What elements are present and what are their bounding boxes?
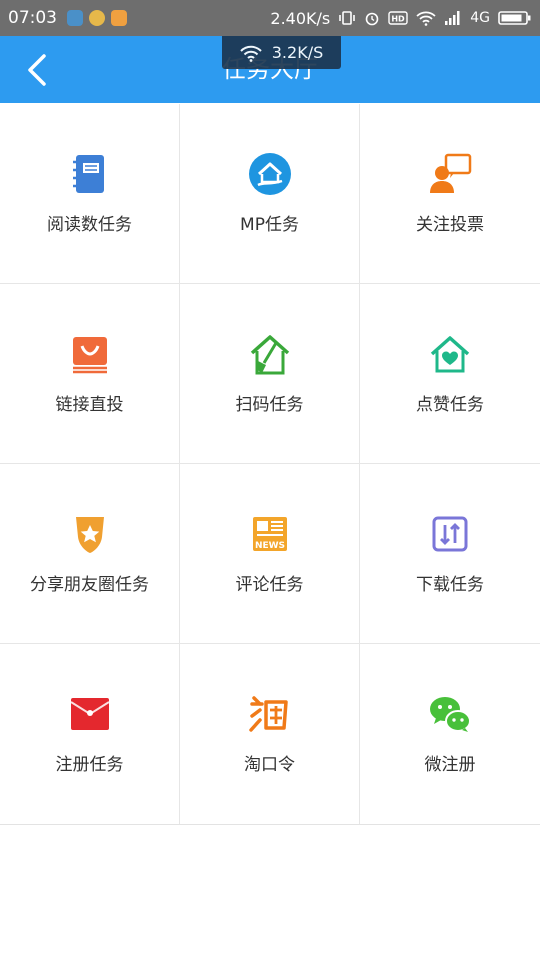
task-label: MP任务 (240, 215, 299, 235)
task-follow-vote[interactable]: 关注投票 (360, 104, 540, 284)
house-heart-icon (428, 332, 472, 376)
toast-speed: 3.2K/S (271, 43, 324, 62)
notebook-icon (68, 152, 112, 196)
notification-app-icon-2 (89, 10, 105, 26)
task-label: 淘口令 (244, 755, 295, 775)
notification-app-icon-3 (111, 10, 127, 26)
taobao-icon (248, 692, 292, 736)
app-bar: 任务大厅 3.2K/S (0, 36, 540, 103)
wechat-icon (428, 692, 472, 736)
house-broom-icon (248, 332, 292, 376)
task-download[interactable]: 下载任务 (360, 464, 540, 644)
cell-signal-icon (444, 11, 462, 25)
task-scan-code[interactable]: 扫码任务 (180, 284, 360, 464)
status-net-speed: 2.40K/s (270, 8, 331, 28)
task-register[interactable]: 注册任务 (0, 644, 180, 824)
red-envelope-icon (68, 692, 112, 736)
task-reading[interactable]: 阅读数任务 (0, 104, 180, 284)
wifi-signal-icon (416, 10, 436, 26)
mail-link-icon (68, 332, 112, 376)
task-comment[interactable]: NEWS 评论任务 (180, 464, 360, 644)
battery-icon (498, 10, 532, 26)
task-share-moments[interactable]: 分享朋友圈任务 (0, 464, 180, 644)
user-chat-icon (428, 152, 472, 196)
task-like[interactable]: 点赞任务 (360, 284, 540, 464)
svg-text:NEWS: NEWS (254, 541, 284, 551)
task-grid: 阅读数任务 MP任务 关注投票 链接直投 扫码任务 点赞任务 分享朋友圈任务 N… (0, 104, 540, 825)
network-type: 4G (470, 10, 490, 26)
task-label: 评论任务 (235, 575, 304, 595)
task-label: 分享朋友圈任务 (30, 575, 149, 595)
task-label: 下载任务 (416, 575, 484, 595)
task-wechat-register[interactable]: 微注册 (360, 644, 540, 824)
task-label: 扫码任务 (235, 395, 304, 415)
task-direct-link[interactable]: 链接直投 (0, 284, 180, 464)
hd-icon: HD (388, 11, 408, 25)
vibrate-icon (338, 10, 356, 26)
task-label: 注册任务 (55, 755, 124, 775)
download-arrows-icon (428, 512, 472, 556)
task-label: 阅读数任务 (47, 215, 132, 235)
speed-toast: 3.2K/S (222, 36, 341, 69)
task-mp[interactable]: MP任务 (180, 104, 360, 284)
news-icon: NEWS (248, 512, 292, 556)
notification-app-icon-1 (67, 10, 83, 26)
svg-text:HD: HD (392, 15, 406, 24)
task-label: 链接直投 (55, 395, 124, 415)
status-time: 07:03 (8, 8, 57, 28)
task-label: 微注册 (424, 755, 476, 775)
home-hand-icon (248, 152, 292, 196)
task-label: 关注投票 (416, 215, 484, 235)
alarm-icon (364, 10, 380, 26)
task-label: 点赞任务 (416, 395, 484, 415)
star-badge-icon (68, 512, 112, 556)
status-bar: 07:03 2.40K/s HD 4G (0, 0, 540, 36)
wifi-icon (240, 45, 262, 62)
task-taobao-code[interactable]: 淘口令 (180, 644, 360, 824)
